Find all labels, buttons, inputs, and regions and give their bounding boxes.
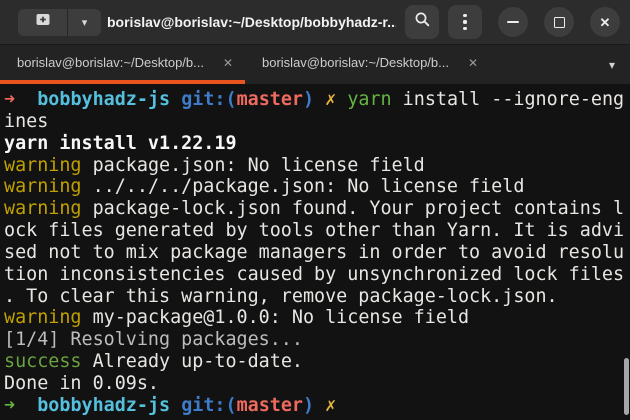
terminal-line: success Already up-to-date. — [4, 351, 630, 373]
terminal-line: warning package-lock.json found. Your pr… — [4, 198, 630, 220]
terminal-text-segment: ock files generated by tools other than … — [4, 220, 625, 242]
menu-button[interactable] — [448, 5, 482, 39]
terminal-text-segment: bobbyhadz-js — [37, 89, 171, 110]
chevron-down-icon: ▾ — [81, 16, 88, 29]
terminal-text-segment: ) — [303, 394, 315, 416]
terminal-line: sed not to mix package managers in order… — [4, 242, 630, 264]
close-icon: ✕ — [599, 14, 611, 30]
tab-label: borislav@borislav:~/Desktop/b... — [17, 55, 204, 70]
tab-label: borislav@borislav:~/Desktop/b... — [262, 55, 449, 70]
terminal-text-segment: warning — [4, 307, 82, 329]
terminal-text-segment: warning — [4, 176, 82, 198]
terminal-line: warning my-package@1.0.0: No license fie… — [4, 307, 630, 329]
tab-terminal-1[interactable]: borislav@borislav:~/Desktop/b... ✕ — [0, 45, 245, 84]
terminal-line: . To clear this warning, remove package-… — [4, 286, 630, 308]
terminal-line: warning ../../../package.json: No licens… — [4, 176, 630, 198]
terminal-line: ➜ bobbyhadz-js git:(master) ✗ yarn insta… — [4, 89, 630, 111]
terminal-text-segment: git:( — [181, 89, 237, 110]
terminal-line: [1/4] Resolving packages... — [4, 329, 630, 351]
terminal-text-segment: bobbyhadz-js — [37, 394, 171, 416]
terminal-text-segment: ➜ — [4, 394, 16, 416]
terminal-line: ock files generated by tools other than … — [4, 220, 630, 242]
terminal-text-segment: my-package@1.0.0: No license field — [81, 307, 470, 329]
terminal-text-segment: warning — [4, 198, 82, 220]
search-button[interactable] — [405, 5, 439, 39]
terminal-screen[interactable]: ➜ bobbyhadz-js git:(master) ✗ yarn insta… — [0, 84, 630, 420]
window-title: borislav@borislav:~/Desktop/bobbyhadz-r.… — [107, 14, 396, 30]
new-tab-button[interactable] — [18, 9, 67, 36]
terminal-text-segment: tion inconsistencies caused by unsynchro… — [4, 263, 625, 285]
terminal-text-segment: ) — [303, 89, 315, 110]
terminal-text-segment: Done in 0.09s. — [4, 372, 160, 394]
terminal-line: Done in 0.09s. — [4, 373, 630, 395]
close-button[interactable]: ✕ — [590, 7, 620, 37]
terminal-line: ➜ bobbyhadz-js git:(master) ✗ — [4, 395, 630, 417]
maximize-button[interactable] — [544, 7, 574, 37]
new-tab-icon — [35, 12, 51, 32]
terminal-line: ines — [4, 111, 630, 133]
terminal-text-segment: yarn install v1.22.19 — [4, 132, 237, 154]
terminal-text-segment: success — [4, 351, 82, 373]
new-tab-button-group: ▾ — [18, 8, 101, 36]
terminal-text-segment: master — [236, 89, 303, 110]
terminal-text-segment: [1/4] Resolving packages... — [4, 329, 303, 351]
terminal-text-segment: master — [236, 394, 303, 416]
tab-bar: borislav@borislav:~/Desktop/b... ✕ boris… — [0, 45, 630, 84]
titlebar: ▾ borislav@borislav:~/Desktop/bobbyhadz-… — [0, 0, 630, 45]
terminal-text-segment: ✗ — [325, 394, 337, 416]
terminal-line: tion inconsistencies caused by unsynchro… — [4, 264, 630, 286]
minimize-button[interactable] — [498, 7, 528, 37]
tab-close-icon[interactable]: ✕ — [468, 56, 478, 70]
terminal-text-segment: git:( — [181, 394, 237, 416]
terminal-window: ▾ borislav@borislav:~/Desktop/bobbyhadz-… — [0, 0, 630, 420]
terminal-output: ➜ bobbyhadz-js git:(master) ✗ yarn insta… — [4, 89, 630, 417]
tab-terminal-2[interactable]: borislav@borislav:~/Desktop/b... ✕ — [245, 45, 490, 84]
maximize-icon — [553, 16, 565, 28]
tab-close-icon[interactable]: ✕ — [223, 56, 233, 70]
terminal-text-segment: package-lock.json found. Your project co… — [81, 198, 625, 220]
terminal-text-segment: sed not to mix package managers in order… — [4, 241, 625, 263]
scrollbar-thumb[interactable] — [624, 358, 629, 415]
new-tab-dropdown-button[interactable]: ▾ — [67, 8, 101, 36]
terminal-line: yarn install v1.22.19 — [4, 133, 630, 155]
terminal-text-segment: install --ignore-eng — [391, 89, 625, 110]
terminal-text-segment: Already up-to-date. — [81, 351, 303, 373]
chevron-down-icon: ▾ — [608, 57, 615, 72]
terminal-text-segment: ✗ — [325, 89, 337, 110]
minimize-icon — [507, 21, 519, 23]
terminal-text-segment: warning — [4, 154, 82, 176]
terminal-text-segment: ines — [4, 110, 49, 132]
terminal-text-segment: yarn — [347, 89, 392, 110]
tab-overflow-button[interactable]: ▾ — [594, 45, 630, 84]
search-icon — [414, 11, 431, 33]
terminal-text-segment: ➜ — [4, 89, 16, 110]
terminal-text-segment: . To clear this warning, remove package-… — [4, 285, 558, 307]
terminal-line: warning package.json: No license field — [4, 155, 630, 177]
kebab-menu-icon — [463, 14, 467, 30]
terminal-text-segment: ../../../package.json: No license field — [81, 176, 525, 198]
terminal-text-segment: package.json: No license field — [81, 154, 425, 176]
